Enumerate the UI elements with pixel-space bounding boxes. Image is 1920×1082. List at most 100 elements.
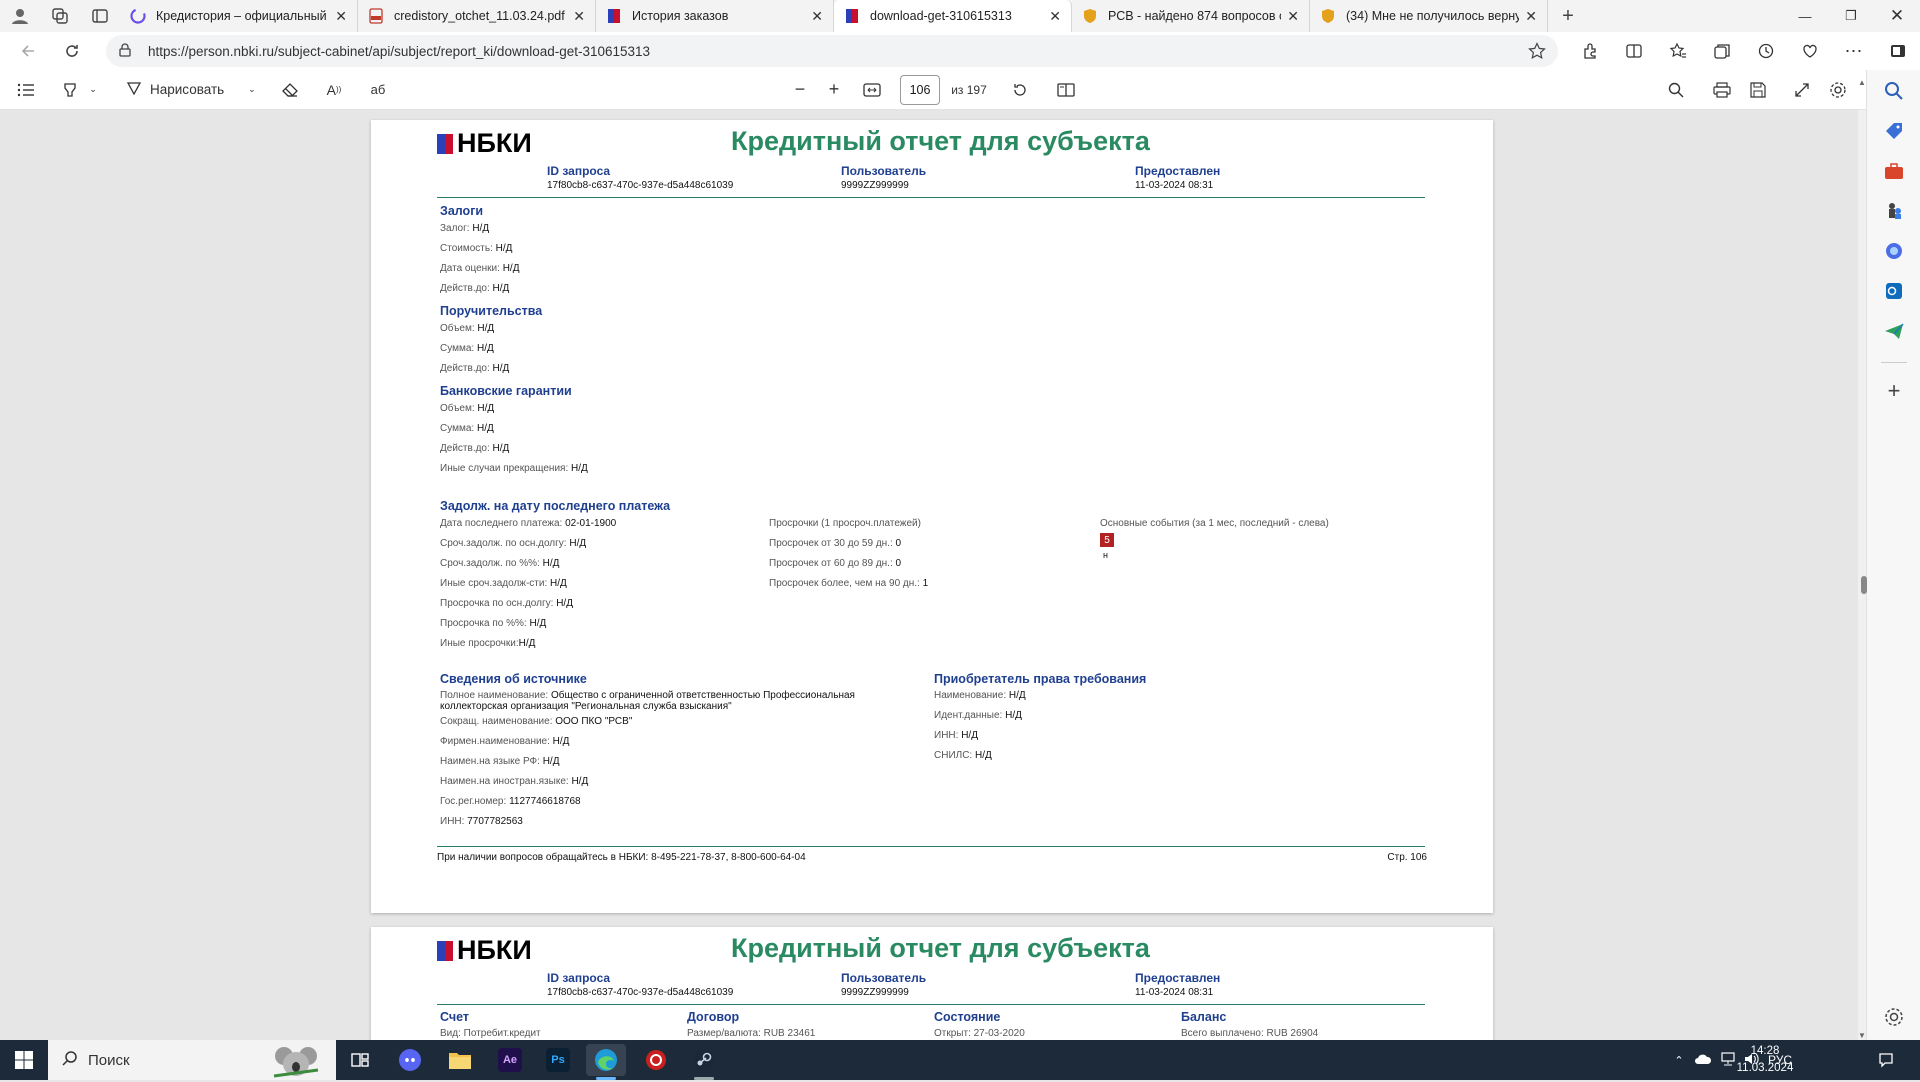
sidebar-add-icon[interactable]: + bbox=[1883, 380, 1905, 402]
overdue-header: Просрочки (1 просроч.платежей) bbox=[769, 518, 921, 529]
rotate-icon[interactable] bbox=[1008, 70, 1032, 110]
tab-actions-icon[interactable] bbox=[80, 0, 120, 32]
task-view-icon[interactable] bbox=[340, 1044, 380, 1076]
telegram-send-icon[interactable] bbox=[1883, 320, 1905, 342]
restore-button[interactable]: ❐ bbox=[1828, 0, 1874, 32]
browser-tab[interactable]: История заказов ✕ bbox=[596, 0, 834, 32]
partial-row: Размер/валюта: RUB 23461 bbox=[687, 1028, 816, 1039]
tools-briefcase-icon[interactable] bbox=[1883, 160, 1905, 182]
taskbar-search-box[interactable]: Поиск bbox=[48, 1040, 336, 1080]
print-icon[interactable] bbox=[1710, 70, 1734, 110]
field-row: Иные сроч.задолж-сти: Н/Д bbox=[440, 578, 567, 589]
contents-list-icon[interactable] bbox=[14, 70, 38, 110]
scroll-down-arrow-icon[interactable]: ▼ bbox=[1858, 1031, 1866, 1040]
nbki-logo-mark-icon bbox=[437, 133, 453, 154]
page-view-icon[interactable] bbox=[1054, 70, 1078, 110]
steam-icon[interactable] bbox=[684, 1044, 724, 1076]
more-menu-icon[interactable]: ⋯ bbox=[1832, 32, 1876, 70]
field-row: Наименование: Н/Д bbox=[934, 690, 1026, 701]
zoom-out-button[interactable]: − bbox=[788, 70, 812, 110]
notifications-icon[interactable] bbox=[1866, 1044, 1906, 1076]
pdf-scrollbar-track[interactable]: ▲ ▼ bbox=[1858, 78, 1866, 1040]
tab-close-icon[interactable]: ✕ bbox=[335, 8, 347, 25]
read-aloud-icon[interactable]: A)) bbox=[322, 70, 346, 110]
sidebar-toggle-icon[interactable] bbox=[1876, 32, 1920, 70]
onedrive-cloud-icon[interactable] bbox=[1690, 1053, 1716, 1068]
highlight-dropdown-chevron-icon[interactable]: ⌄ bbox=[86, 70, 100, 110]
field-row: Объем: Н/Д bbox=[440, 323, 495, 334]
windows-start-icon[interactable] bbox=[4, 1044, 44, 1076]
tab-close-icon[interactable]: ✕ bbox=[811, 8, 823, 25]
browser-tab[interactable]: credistory_otchet_11.03.24.pdf ✕ bbox=[358, 0, 596, 32]
microsoft365-icon[interactable] bbox=[1883, 240, 1905, 262]
header-rule bbox=[437, 1004, 1425, 1005]
file-explorer-icon[interactable] bbox=[440, 1044, 480, 1076]
zoom-in-button[interactable]: + bbox=[822, 70, 846, 110]
split-screen-icon[interactable] bbox=[1612, 32, 1656, 70]
field-row: Сокращ. наименование: ООО ПКО "РСВ" bbox=[440, 716, 633, 727]
tab-close-icon[interactable]: ✕ bbox=[1525, 8, 1537, 25]
outlook-icon[interactable] bbox=[1883, 280, 1905, 302]
translate-icon[interactable]: aб bbox=[366, 70, 390, 110]
extensions-icon[interactable] bbox=[1568, 32, 1612, 70]
partial-row: Всего выплачено: RUB 26904 bbox=[1181, 1028, 1319, 1039]
back-button[interactable] bbox=[10, 33, 46, 69]
antivirus-icon[interactable] bbox=[636, 1044, 676, 1076]
url-field[interactable]: https://person.nbki.ru/subject-cabinet/a… bbox=[106, 35, 1558, 67]
edge-browser-icon[interactable] bbox=[586, 1044, 626, 1076]
pdf-viewport[interactable]: НБКИ Кредитный отчет для субъекта ID зап… bbox=[0, 110, 1858, 1040]
refresh-button[interactable] bbox=[54, 33, 90, 69]
url-text[interactable]: https://person.nbki.ru/subject-cabinet/a… bbox=[148, 44, 650, 59]
favorite-star-icon[interactable] bbox=[1528, 42, 1546, 63]
eraser-icon[interactable] bbox=[278, 70, 302, 110]
favorites-icon[interactable] bbox=[1656, 32, 1700, 70]
new-tab-button[interactable]: + bbox=[1548, 0, 1588, 32]
draw-dropdown-chevron-icon[interactable]: ⌄ bbox=[248, 84, 256, 95]
scroll-up-arrow-icon[interactable]: ▲ bbox=[1858, 78, 1866, 87]
highlight-icon[interactable] bbox=[58, 70, 82, 110]
fit-page-icon[interactable] bbox=[860, 70, 884, 110]
collections-icon[interactable] bbox=[1700, 32, 1744, 70]
browser-tab-active[interactable]: download-get-310615313 ✕ bbox=[834, 0, 1072, 32]
browser-tab[interactable]: (34) Мне не получилось верну ✕ bbox=[1310, 0, 1548, 32]
photoshop-icon[interactable]: Ps bbox=[538, 1044, 578, 1076]
draw-button[interactable]: Нарисовать ⌄ bbox=[126, 70, 268, 110]
pdf-scrollbar-thumb[interactable] bbox=[1861, 576, 1867, 594]
after-effects-icon[interactable]: Ae bbox=[490, 1044, 530, 1076]
tab-close-icon[interactable]: ✕ bbox=[573, 8, 585, 25]
close-window-button[interactable]: ✕ bbox=[1874, 0, 1920, 32]
field-row: Просрочка по %%: Н/Д bbox=[440, 618, 547, 629]
tab-close-icon[interactable]: ✕ bbox=[1049, 8, 1061, 25]
lock-icon[interactable] bbox=[118, 42, 132, 60]
games-chess-icon[interactable] bbox=[1883, 200, 1905, 222]
workspaces-icon[interactable] bbox=[40, 0, 80, 32]
provided-value: 11-03-2024 08:31 bbox=[1135, 987, 1214, 998]
pdf-settings-gear-icon[interactable] bbox=[1826, 70, 1850, 110]
pdf-search-icon[interactable] bbox=[1664, 70, 1688, 110]
taskbar-clock[interactable]: 14:28 11.03.2024 bbox=[1720, 1043, 1810, 1077]
tab-title: История заказов bbox=[632, 9, 729, 23]
minimize-button[interactable]: — bbox=[1782, 0, 1828, 32]
tray-overflow-chevron-icon[interactable]: ⌃ bbox=[1668, 1054, 1690, 1067]
history-icon[interactable] bbox=[1744, 32, 1788, 70]
browser-tab[interactable]: РСВ - найдено 874 вопросов с ✕ bbox=[1072, 0, 1310, 32]
sidebar-search-icon[interactable] bbox=[1883, 80, 1905, 102]
shield-favicon-icon bbox=[1320, 8, 1336, 24]
performance-icon[interactable] bbox=[1788, 32, 1832, 70]
fullscreen-icon[interactable] bbox=[1790, 70, 1814, 110]
sidebar-settings-gear-icon[interactable] bbox=[1883, 1006, 1905, 1028]
discord-icon[interactable] bbox=[390, 1044, 430, 1076]
user-value: 9999ZZ999999 bbox=[841, 987, 909, 998]
shield-favicon-icon bbox=[1082, 8, 1098, 24]
request-id-value: 17f80cb8-c637-470c-937e-d5a448c61039 bbox=[547, 180, 734, 191]
sidebar-divider bbox=[1881, 362, 1907, 363]
section-poruch-title: Поручительства bbox=[440, 304, 543, 318]
profile-icon[interactable] bbox=[0, 0, 40, 32]
pdf-page-106: НБКИ Кредитный отчет для субъекта ID зап… bbox=[371, 120, 1493, 913]
save-icon[interactable] bbox=[1746, 70, 1770, 110]
shopping-tag-icon[interactable] bbox=[1883, 120, 1905, 142]
tab-close-icon[interactable]: ✕ bbox=[1287, 8, 1299, 25]
browser-tab[interactable]: Кредистория – официальный с ✕ bbox=[120, 0, 358, 32]
page-number-input[interactable]: 106 bbox=[900, 75, 940, 105]
user-value: 9999ZZ999999 bbox=[841, 180, 909, 191]
